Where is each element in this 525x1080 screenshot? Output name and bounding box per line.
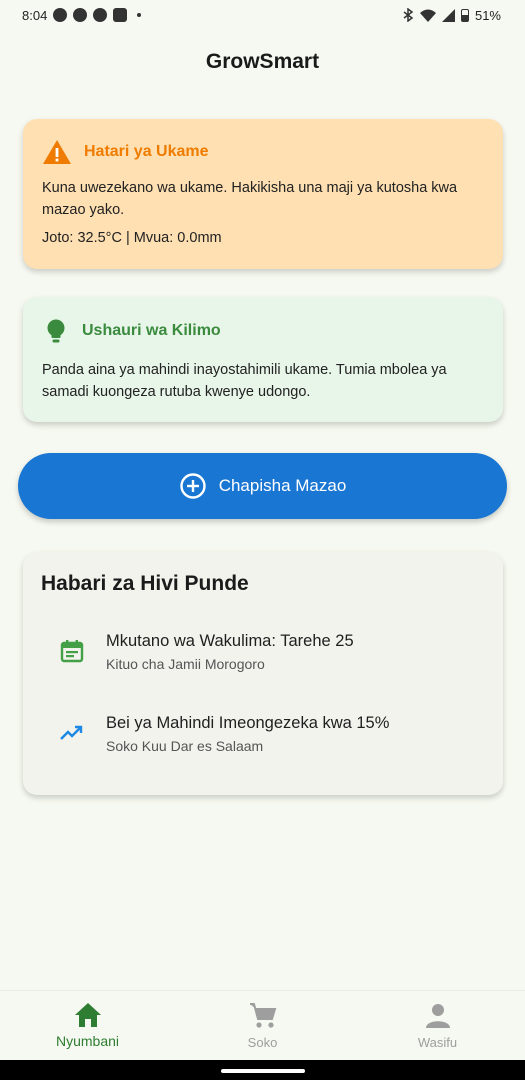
bottom-navigation: Nyumbani Soko Wasifu xyxy=(0,990,525,1060)
message-icon xyxy=(53,8,68,22)
tip-title: Ushauri wa Kilimo xyxy=(82,322,221,339)
battery-icon xyxy=(460,8,469,22)
bluetooth-icon xyxy=(403,8,414,22)
news-item-subtitle: Soko Kuu Dar es Salaam xyxy=(106,738,264,754)
drought-alert-card: Hatari ya Ukame Kuna uwezekano wa ukame.… xyxy=(23,119,503,269)
telegram-icon xyxy=(93,8,108,22)
nav-item-market[interactable]: Soko xyxy=(175,991,350,1060)
tip-body: Panda aina ya mahindi inayostahimili uka… xyxy=(42,362,447,400)
warning-icon xyxy=(43,140,71,164)
lightbulb-icon xyxy=(47,319,65,343)
news-item-maize-price[interactable]: Bei ya Mahindi Imeongezeka kwa 15% Soko … xyxy=(59,714,483,754)
nav-label-profile: Wasifu xyxy=(417,1035,458,1050)
trending-up-icon xyxy=(60,725,83,740)
post-crops-button[interactable]: Chapisha Mazao xyxy=(18,453,507,519)
news-item-text: Mkutano wa Wakulima: Tarehe 25 Kituo cha… xyxy=(106,632,354,672)
news-item-title: Mkutano wa Wakulima: Tarehe 25 xyxy=(106,632,354,650)
youtube-icon xyxy=(113,8,128,22)
tip-header: Ushauri wa Kilimo xyxy=(42,317,221,345)
add-circle-icon xyxy=(180,473,206,499)
nav-item-home[interactable]: Nyumbani xyxy=(0,991,175,1060)
whatsapp-icon xyxy=(73,8,88,22)
nav-item-profile[interactable]: Wasifu xyxy=(350,991,525,1060)
person-icon xyxy=(425,1004,450,1028)
status-bar: 8:04 51% xyxy=(0,0,525,30)
alert-title: Hatari ya Ukame xyxy=(84,143,209,160)
latest-news-card: Habari za Hivi Punde Mkutano wa Wakulima… xyxy=(23,552,503,795)
post-crops-label: Chapisha Mazao xyxy=(218,476,347,495)
farming-tip-card: Ushauri wa Kilimo Panda aina ya mahindi … xyxy=(23,297,503,422)
status-time: 8:04 xyxy=(22,7,48,23)
news-section-title: Habari za Hivi Punde xyxy=(41,572,249,595)
cart-icon xyxy=(249,1003,276,1028)
more-notifications-dot xyxy=(137,13,142,17)
alert-header: Hatari ya Ukame xyxy=(42,139,209,165)
alert-body: Kuna uwezekano wa ukame. Hakikisha una m… xyxy=(42,180,458,218)
news-item-title: Bei ya Mahindi Imeongezeka kwa 15% xyxy=(106,714,390,732)
calendar-icon xyxy=(60,640,84,663)
news-item-subtitle: Kituo cha Jamii Morogoro xyxy=(106,656,265,672)
news-item-meeting[interactable]: Mkutano wa Wakulima: Tarehe 25 Kituo cha… xyxy=(59,632,483,672)
nav-label-home: Nyumbani xyxy=(55,1033,120,1049)
app-title: GrowSmart xyxy=(205,50,320,73)
news-item-text: Bei ya Mahindi Imeongezeka kwa 15% Soko … xyxy=(106,714,389,754)
signal-icon xyxy=(441,8,455,22)
status-bar-left: 8:04 xyxy=(22,7,142,23)
alert-weather-meta: Joto: 32.5°C | Mvua: 0.0mm xyxy=(42,230,222,246)
nav-label-market: Soko xyxy=(247,1035,278,1050)
status-bar-right: 51% xyxy=(402,8,501,23)
battery-percent: 51% xyxy=(474,7,501,23)
wifi-icon xyxy=(419,9,436,22)
home-indicator[interactable] xyxy=(221,1069,305,1073)
home-icon xyxy=(74,1003,101,1027)
